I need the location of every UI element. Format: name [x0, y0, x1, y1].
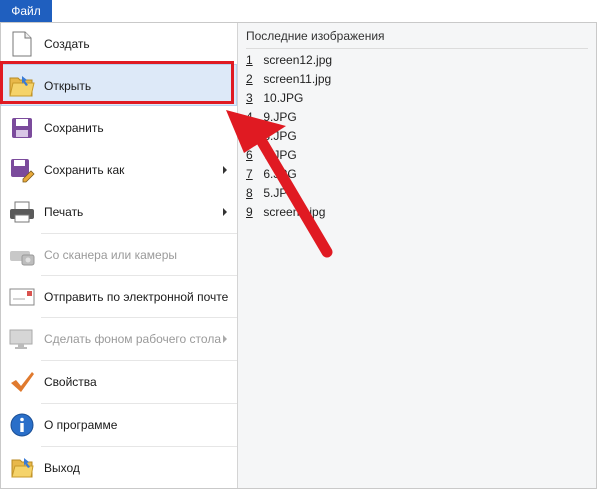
- menu-item-send-email[interactable]: Отправить по электронной почте: [1, 276, 237, 318]
- recent-item-name: 6.JPG: [263, 167, 297, 181]
- annotation-highlight-box: [0, 61, 234, 104]
- recent-item-number: 3: [246, 91, 253, 105]
- menu-item-label: Выход: [44, 461, 80, 475]
- recent-item-name: 7.JPG: [263, 148, 297, 162]
- menu-item-label: Отправить по электронной почте: [44, 290, 229, 304]
- submenu-arrow-icon: [223, 208, 227, 216]
- desktop-background-icon: [7, 324, 37, 354]
- recent-title-divider: [246, 48, 588, 49]
- save-floppy-icon: [7, 113, 37, 143]
- recent-item[interactable]: 1 screen12.jpg: [246, 51, 332, 70]
- recent-item-name: 5.JPG: [263, 186, 297, 200]
- recent-images-title: Последние изображения: [246, 29, 385, 43]
- recent-item-number: 9: [246, 205, 253, 219]
- info-icon: [7, 410, 37, 440]
- email-icon: [7, 282, 37, 312]
- menu-item-save[interactable]: Сохранить: [1, 107, 237, 149]
- menu-item-label: Свойства: [44, 375, 97, 389]
- menu-item-label: Создать: [44, 37, 90, 51]
- recent-item-number: 1: [246, 53, 253, 67]
- menu-item-label: Сохранить: [44, 121, 104, 135]
- recent-item-name: 9.JPG: [263, 110, 297, 124]
- new-document-icon: [7, 29, 37, 59]
- recent-item-name: 8.JPG: [263, 129, 297, 143]
- menu-item-print[interactable]: Печать: [1, 191, 237, 233]
- recent-item-name: screen12.jpg: [263, 53, 333, 67]
- recent-item-number: 6: [246, 148, 253, 162]
- exit-icon: [7, 453, 37, 483]
- menu-item-exit[interactable]: Выход: [1, 447, 237, 489]
- recent-item[interactable]: 9 screen2.jpg: [246, 203, 325, 222]
- recent-item[interactable]: 6 7.JPG: [246, 146, 297, 165]
- recent-images-panel: Последние изображения 1 screen12.jpg 2 s…: [238, 23, 596, 488]
- printer-icon: [7, 197, 37, 227]
- menu-item-save-as[interactable]: Сохранить как: [1, 149, 237, 191]
- menu-item-about[interactable]: О программе: [1, 404, 237, 446]
- file-tab[interactable]: Файл: [0, 0, 52, 22]
- recent-item-number: 7: [246, 167, 253, 181]
- menu-item-label: Со сканера или камеры: [44, 248, 177, 262]
- submenu-arrow-icon: [223, 335, 227, 343]
- recent-item-name: 10.JPG: [263, 91, 304, 105]
- recent-item-name: screen2.jpg: [263, 205, 326, 219]
- menu-item-properties[interactable]: Свойства: [1, 361, 237, 403]
- menu-item-new[interactable]: Создать: [1, 23, 237, 65]
- menu-item-set-desktop-background[interactable]: Сделать фоном рабочего стола: [1, 318, 237, 360]
- recent-item[interactable]: 3 10.JPG: [246, 89, 303, 108]
- properties-checkmark-icon: [7, 367, 37, 397]
- recent-item[interactable]: 8 5.JPG: [246, 184, 297, 203]
- recent-item[interactable]: 4 9.JPG: [246, 108, 297, 127]
- menu-item-label: Сохранить как: [44, 163, 125, 177]
- menu-item-label: О программе: [44, 418, 118, 432]
- recent-item-number: 5: [246, 129, 253, 143]
- recent-item-name: screen11.jpg: [263, 72, 332, 86]
- menu-item-label: Печать: [44, 205, 84, 219]
- recent-item[interactable]: 2 screen11.jpg: [246, 70, 331, 89]
- menu-item-label: Сделать фоном рабочего стола: [44, 332, 221, 346]
- save-as-icon: [7, 155, 37, 185]
- recent-item-number: 8: [246, 186, 253, 200]
- recent-item[interactable]: 5 8.JPG: [246, 127, 297, 146]
- recent-item[interactable]: 7 6.JPG: [246, 165, 297, 184]
- submenu-arrow-icon: [223, 166, 227, 174]
- recent-item-number: 4: [246, 110, 253, 124]
- menu-item-from-scanner[interactable]: Со сканера или камеры: [1, 234, 237, 276]
- recent-item-number: 2: [246, 72, 253, 86]
- menu-bar: Файл: [0, 0, 600, 22]
- scanner-icon: [7, 240, 37, 270]
